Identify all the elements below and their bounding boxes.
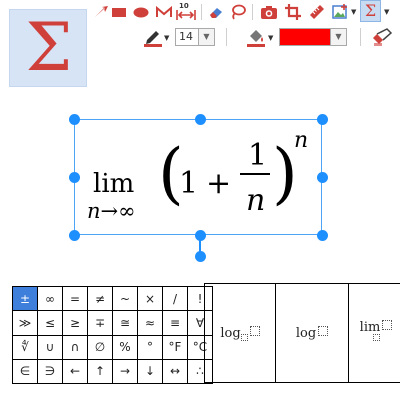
sigma-logo-glyph: Σ — [25, 9, 73, 86]
symbol-cell[interactable]: ~ — [112, 285, 138, 312]
highlighter-icon[interactable] — [371, 28, 393, 47]
symbol-row: ≫ ≤ ≥ ∓ ≅ ≈ ≡ ∀ — [12, 310, 213, 336]
symbol-cell[interactable]: = — [62, 285, 88, 312]
pen-color-icon[interactable] — [143, 28, 163, 47]
resize-handle-bottom-left[interactable] — [68, 229, 80, 241]
placeholder-box-icon — [318, 325, 329, 336]
rectangle-tool-icon[interactable] — [110, 3, 128, 21]
template-lim-label: lim — [359, 320, 381, 335]
sigma-tool-icon: Σ — [364, 1, 377, 20]
placeholder-box-icon — [372, 334, 380, 341]
symbol-cell[interactable]: ≥ — [62, 310, 88, 336]
symbol-cell[interactable]: ∞ — [37, 285, 63, 312]
toolbar-separator — [201, 4, 202, 20]
exponent: n — [294, 128, 308, 153]
lasso-tool-icon[interactable] — [229, 3, 247, 21]
template-log[interactable]: log — [275, 283, 349, 383]
resize-handle-top[interactable] — [194, 113, 206, 125]
term-one: 1 — [179, 166, 198, 201]
symbol-cell[interactable]: → — [112, 358, 138, 385]
fill-color-dropdown-icon[interactable]: ▼ — [268, 34, 273, 42]
symbol-cell[interactable]: ∓ — [87, 310, 113, 336]
resize-handle-top-right[interactable] — [316, 113, 328, 125]
symbol-palette: ± ∞ = ≠ ~ × / ! ≫ ≤ ≥ ∓ ≅ ≈ ≡ ∀ ∜ ∪ ∩ ∅ … — [12, 285, 213, 385]
symbol-cell[interactable]: ≅ — [112, 310, 138, 336]
pointer-tool-icon[interactable] — [92, 3, 110, 21]
symbol-cell[interactable]: × — [137, 285, 163, 312]
image-tool-icon[interactable] — [332, 3, 350, 21]
plus-sign: + — [206, 166, 231, 201]
placeholder-box-icon — [249, 325, 260, 336]
fill-color-swatch[interactable] — [279, 28, 331, 46]
template-lim-stack: lim — [360, 320, 393, 346]
resize-handle-right[interactable] — [316, 171, 328, 183]
symbol-cell[interactable]: ∅ — [87, 334, 113, 360]
placeholder-box-icon — [382, 320, 393, 330]
symbol-cell[interactable]: °F — [162, 334, 188, 360]
symbol-cell[interactable]: ∋ — [37, 358, 63, 385]
symbol-cell[interactable]: ≠ — [87, 285, 113, 312]
fraction-denominator: n — [246, 183, 265, 218]
toolbar-separator — [252, 4, 253, 20]
symbol-cell[interactable]: ∜ — [12, 334, 38, 360]
image-tool-dropdown-icon[interactable]: ▼ — [351, 8, 356, 16]
symbol-cell[interactable]: ≈ — [137, 310, 163, 336]
fraction-numerator: 1 — [248, 138, 267, 173]
font-size-dropdown-icon[interactable]: ▼ — [199, 28, 215, 46]
symbol-cell[interactable]: / — [162, 285, 188, 312]
symbol-cell[interactable]: ↓ — [137, 358, 163, 385]
resize-handle-left[interactable] — [68, 171, 80, 183]
symbol-cell[interactable]: ∩ — [62, 334, 88, 360]
symbol-row: ∈ ∋ ← ↑ → ↓ ↔ ∴ — [12, 358, 213, 385]
fill-color-select-arrow-icon[interactable]: ▼ — [331, 28, 347, 46]
lim-subscript: n→∞ — [87, 199, 136, 223]
symbol-row: ± ∞ = ≠ ~ × / ! — [12, 285, 213, 312]
limit-formula: lim n→∞ ( 1 + 1 n ) n — [87, 128, 308, 223]
symbol-cell[interactable]: ∪ — [37, 334, 63, 360]
eraser-tool-icon[interactable] — [207, 3, 225, 21]
template-row: log log lim — [204, 283, 400, 383]
template-log-label: log — [220, 325, 241, 341]
crop-tool-icon[interactable] — [284, 3, 302, 21]
fill-bucket-icon[interactable] — [246, 28, 266, 47]
symbol-cell[interactable]: % — [112, 334, 138, 360]
template-lim[interactable]: lim — [348, 283, 400, 383]
number-tool[interactable]: 10 — [176, 2, 196, 22]
symbol-cell[interactable]: ± — [12, 285, 38, 312]
symbol-cell[interactable]: ← — [62, 358, 88, 385]
lim-operator: lim — [93, 169, 134, 199]
pen-color-dropdown-icon[interactable]: ▼ — [164, 34, 169, 42]
rotate-handle[interactable] — [194, 250, 206, 262]
sigma-tool-button[interactable]: Σ — [360, 0, 381, 22]
camera-tool-icon[interactable] — [260, 3, 278, 21]
resize-handle-bottom[interactable] — [194, 229, 206, 241]
ruler-tool-icon[interactable] — [308, 3, 326, 21]
symbol-cell[interactable]: ≤ — [37, 310, 63, 336]
symbol-cell[interactable]: ° — [137, 334, 163, 360]
symbol-row: ∜ ∪ ∩ ∅ % ° °F °C — [12, 334, 213, 360]
symbol-cell[interactable]: ↑ — [87, 358, 113, 385]
sigma-tool-dropdown-icon[interactable]: ▼ — [384, 8, 389, 16]
toolbar-separator — [226, 28, 227, 46]
symbol-cell[interactable]: ∈ — [12, 358, 38, 385]
placeholder-box-icon — [240, 333, 248, 341]
symbol-cell[interactable]: ≡ — [162, 310, 188, 336]
template-log-subscript[interactable]: log — [204, 283, 276, 383]
toolbar-separator — [360, 28, 361, 46]
template-palette: log log lim — [204, 283, 400, 383]
email-tool-icon[interactable] — [155, 3, 173, 21]
resize-handle-bottom-right[interactable] — [316, 229, 328, 241]
template-log-label: log — [295, 325, 317, 341]
range-arrows-icon — [176, 10, 196, 20]
resize-handle-top-left[interactable] — [68, 113, 80, 125]
equation-logo: Σ — [9, 9, 87, 87]
symbol-cell[interactable]: ↔ — [162, 358, 188, 385]
font-size-field[interactable]: 14 — [175, 28, 199, 46]
fraction-bar — [240, 173, 270, 175]
symbol-cell[interactable]: ≫ — [12, 310, 38, 336]
ellipse-tool-icon[interactable] — [132, 3, 150, 21]
